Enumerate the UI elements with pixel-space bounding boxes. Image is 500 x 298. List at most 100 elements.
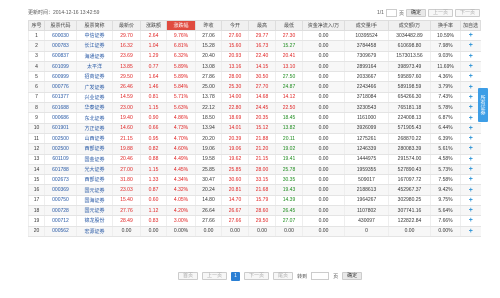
table-row[interactable]: 9 000686 东北证券 19.40 0.90 4.86% 18.50 18.69 20.35…	[28, 112, 481, 124]
current-page[interactable]: 1	[231, 271, 241, 281]
table-row[interactable]: 1 600030 中信证券 29.70 2.64 9.76% 27.06 27.60 29.77…	[28, 30, 481, 42]
side-tab[interactable]: 所有证券	[478, 88, 488, 122]
cell-code[interactable]: 002500	[44, 133, 77, 145]
cell-code[interactable]: 000562	[44, 226, 77, 237]
cell-code[interactable]: 601688	[44, 102, 77, 114]
plus-icon[interactable]: +	[469, 94, 473, 101]
cell-name[interactable]: 锦龙股份	[76, 215, 113, 227]
cell-name[interactable]: 兴业证券	[76, 92, 113, 104]
cell-name[interactable]: 太平洋	[76, 61, 113, 73]
plus-icon[interactable]: +	[469, 228, 473, 235]
table-row[interactable]: 5 600999 招商证券 29.50 1.64 5.89% 27.86 28.00 30.50…	[28, 71, 481, 83]
cell-code[interactable]: 002673	[44, 174, 77, 186]
page-input[interactable]	[385, 9, 397, 17]
plus-icon[interactable]: +	[469, 197, 473, 204]
column-header[interactable]: 股票代码	[44, 20, 77, 31]
table-row[interactable]: 12 002500 西部证券 19.88 0.82 4.60% 19.06 19.06 21.2…	[28, 143, 481, 155]
cell-code[interactable]: 002500	[44, 143, 77, 155]
plus-icon[interactable]: +	[469, 42, 473, 49]
table-row[interactable]: 18 000728 国元证券 27.76 1.12 4.20% 26.64 26.67 28.6…	[28, 205, 481, 217]
table-row[interactable]: 10 601901 方正证券 14.60 0.66 4.73% 13.94 14.01 15.1…	[28, 123, 481, 134]
add-favorite-cell[interactable]: +	[460, 71, 481, 83]
add-favorite-cell[interactable]: +	[460, 215, 481, 227]
cell-code[interactable]: 000686	[44, 112, 77, 124]
cell-code[interactable]: 000369	[44, 184, 77, 196]
add-favorite-cell[interactable]: +	[460, 164, 481, 176]
column-header[interactable]: 成交量/手	[344, 20, 389, 31]
add-favorite-cell[interactable]: +	[460, 40, 481, 52]
column-header[interactable]: 昨收	[195, 20, 222, 31]
plus-icon[interactable]: +	[469, 207, 473, 214]
table-row[interactable]: 4 601099 太平洋 13.85 0.77 5.89% 13.08 13.16 14.15 1…	[28, 61, 481, 73]
table-row[interactable]: 6 000776 广发证券 26.46 1.46 5.84% 25.00 25.30 27.70…	[28, 81, 481, 93]
table-row[interactable]: 8 601688 华泰证券 23.00 1.15 5.63% 22.12 22.80 24.45…	[28, 102, 481, 114]
add-favorite-cell[interactable]: +	[460, 51, 481, 62]
plus-icon[interactable]: +	[469, 166, 473, 173]
cell-name[interactable]: 中信证券	[76, 30, 113, 42]
plus-icon[interactable]: +	[469, 32, 473, 39]
plus-icon[interactable]: +	[469, 53, 473, 60]
plus-icon[interactable]: +	[469, 187, 473, 194]
goto-page-input[interactable]	[311, 272, 330, 280]
column-header[interactable]: 最高	[248, 20, 276, 31]
add-favorite-cell[interactable]: +	[460, 195, 481, 207]
cell-name[interactable]: 山西证券	[76, 133, 113, 145]
add-favorite-cell[interactable]: +	[460, 184, 481, 196]
last-page-button[interactable]: 尾页	[273, 272, 294, 280]
cell-name[interactable]: 长江证券	[76, 40, 113, 52]
table-row[interactable]: 2 000783 长江证券 16.32 1.04 6.81% 15.28 15.60 16.73…	[28, 40, 481, 52]
table-row[interactable]: 7 601377 兴业证券 14.59 0.81 5.71% 13.78 14.00 14.68…	[28, 92, 481, 104]
cell-name[interactable]: 广发证券	[76, 81, 113, 93]
plus-icon[interactable]: +	[469, 156, 473, 163]
column-header[interactable]: 换手率	[430, 20, 461, 31]
plus-icon[interactable]: +	[469, 145, 473, 152]
goto-confirm-button[interactable]: 确定	[342, 272, 363, 280]
cell-name[interactable]: 宏源证券	[76, 226, 113, 237]
cell-name[interactable]: 国金证券	[76, 154, 113, 165]
prev-page-button[interactable]: 上一页	[427, 9, 453, 17]
cell-code[interactable]: 000776	[44, 81, 77, 93]
cell-name[interactable]: 东北证券	[76, 112, 113, 124]
column-header[interactable]: 股票简称	[76, 20, 113, 31]
table-row[interactable]: 15 002673 西部证券 31.80 1.33 4.34% 30.47 30.60 33.1…	[28, 174, 481, 186]
cell-name[interactable]: 海通证券	[76, 51, 113, 62]
cell-name[interactable]: 方正证券	[76, 123, 113, 134]
confirm-button[interactable]: 确定	[405, 9, 426, 17]
table-row[interactable]: 3 600837 海通证券 23.69 1.29 6.32% 20.40 20.93 22.40…	[28, 51, 481, 62]
add-favorite-cell[interactable]: +	[460, 205, 481, 217]
cell-code[interactable]: 600837	[44, 51, 77, 62]
plus-icon[interactable]: +	[469, 176, 473, 183]
cell-code[interactable]: 600999	[44, 71, 77, 83]
first-page-button[interactable]: 首页	[178, 272, 199, 280]
column-header[interactable]: 涨跌额	[140, 20, 167, 31]
column-header[interactable]: 涨跌幅	[166, 20, 196, 31]
cell-name[interactable]: 华泰证券	[76, 102, 113, 114]
plus-icon[interactable]: +	[469, 84, 473, 91]
cell-name[interactable]: 国海证券	[76, 195, 113, 207]
column-header[interactable]: 序号	[28, 20, 45, 31]
add-favorite-cell[interactable]: +	[460, 61, 481, 73]
plus-icon[interactable]: +	[469, 125, 473, 132]
cell-name[interactable]: 西部证券	[76, 143, 113, 155]
table-row[interactable]: 14 601788 光大证券 27.00 1.15 4.45% 25.85 25.85 28.0…	[28, 164, 481, 176]
table-row[interactable]: 11 002500 山西证券 21.15 0.95 4.70% 20.20 20.39 21.8…	[28, 133, 481, 145]
cell-code[interactable]: 000712	[44, 215, 77, 227]
add-favorite-cell[interactable]: +	[460, 154, 481, 165]
add-favorite-cell[interactable]: +	[460, 226, 481, 237]
cell-name[interactable]: 国元证券	[76, 184, 113, 196]
column-header[interactable]: 加自选	[460, 20, 481, 31]
next-page-button-bottom[interactable]: 下一页	[244, 272, 270, 280]
plus-icon[interactable]: +	[469, 217, 473, 224]
prev-page-button-bottom[interactable]: 上一页	[202, 272, 228, 280]
plus-icon[interactable]: +	[469, 135, 473, 142]
add-favorite-cell[interactable]: +	[460, 143, 481, 155]
add-favorite-cell[interactable]: +	[460, 133, 481, 145]
cell-code[interactable]: 601377	[44, 92, 77, 104]
cell-code[interactable]: 600030	[44, 30, 77, 42]
next-page-button[interactable]: 下一页	[454, 9, 480, 17]
cell-name[interactable]: 国元证券	[76, 205, 113, 217]
add-favorite-cell[interactable]: +	[460, 174, 481, 186]
cell-code[interactable]: 601788	[44, 164, 77, 176]
column-header[interactable]: 成交额/万	[388, 20, 431, 31]
plus-icon[interactable]: +	[469, 63, 473, 70]
